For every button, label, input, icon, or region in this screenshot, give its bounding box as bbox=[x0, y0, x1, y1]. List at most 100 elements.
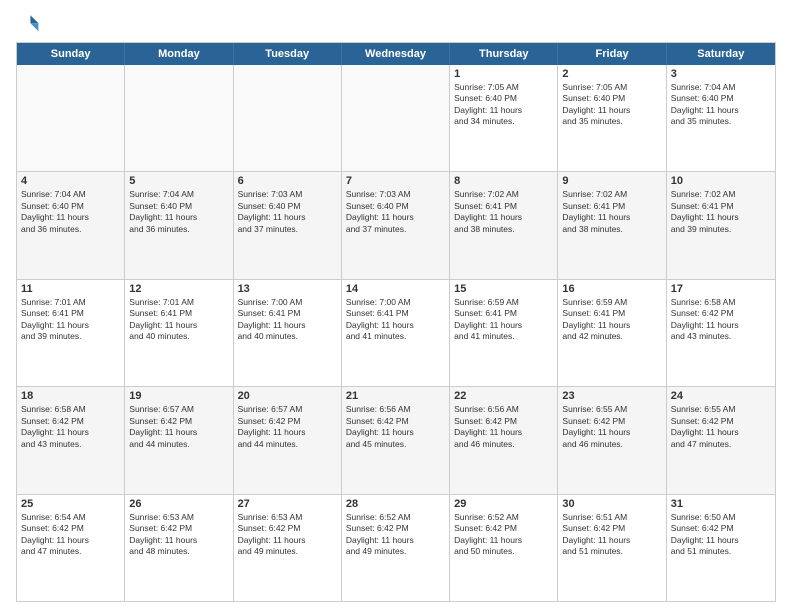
day-number: 9 bbox=[562, 175, 661, 187]
calendar: SundayMondayTuesdayWednesdayThursdayFrid… bbox=[16, 42, 776, 602]
header-cell-sunday: Sunday bbox=[17, 43, 125, 65]
day-cell-19: 19 Sunrise: 6:57 AM Sunset: 6:42 PM Dayli… bbox=[125, 387, 233, 493]
day-cell-26: 26Sunrise: 6:53 AM Sunset: 6:42 PM Dayli… bbox=[125, 495, 233, 601]
day-number: 24 bbox=[671, 390, 771, 402]
header-cell-thursday: Thursday bbox=[450, 43, 558, 65]
day-number: 8 bbox=[454, 175, 553, 187]
cell-content: Sunrise: 6:55 AM Sunset: 6:42 PM Dayligh… bbox=[671, 404, 771, 450]
calendar-row-1: 1 Sunrise: 7:05 AM Sunset: 6:40 PM Daylig… bbox=[17, 65, 775, 172]
header-cell-friday: Friday bbox=[558, 43, 666, 65]
day-number: 12 bbox=[129, 283, 228, 295]
header-cell-monday: Monday bbox=[125, 43, 233, 65]
day-cell-24: 24 Sunrise: 6:55 AM Sunset: 6:42 PM Dayli… bbox=[667, 387, 775, 493]
cell-content: Sunrise: 7:03 AM Sunset: 6:40 PM Dayligh… bbox=[238, 189, 337, 235]
day-number: 13 bbox=[238, 283, 337, 295]
cell-content: Sunrise: 7:00 AM Sunset: 6:41 PM Dayligh… bbox=[238, 297, 337, 343]
top-section bbox=[16, 12, 776, 36]
day-number: 26 bbox=[129, 498, 228, 510]
day-number: 30 bbox=[562, 498, 661, 510]
day-number: 27 bbox=[238, 498, 337, 510]
day-number: 23 bbox=[562, 390, 661, 402]
calendar-row-2: 4Sunrise: 7:04 AM Sunset: 6:40 PM Daylig… bbox=[17, 172, 775, 279]
cell-content: Sunrise: 6:54 AM Sunset: 6:42 PM Dayligh… bbox=[21, 512, 120, 558]
cell-content: Sunrise: 6:57 AM Sunset: 6:42 PM Dayligh… bbox=[129, 404, 228, 450]
calendar-row-4: 18 Sunrise: 6:58 AM Sunset: 6:42 PM Dayli… bbox=[17, 387, 775, 494]
day-cell-20: 20 Sunrise: 6:57 AM Sunset: 6:42 PM Dayli… bbox=[234, 387, 342, 493]
day-number: 1 bbox=[454, 68, 553, 80]
cell-content: Sunrise: 6:51 AM Sunset: 6:42 PM Dayligh… bbox=[562, 512, 661, 558]
day-number: 3 bbox=[671, 68, 771, 80]
day-number: 5 bbox=[129, 175, 228, 187]
cell-content: Sunrise: 7:04 AM Sunset: 6:40 PM Dayligh… bbox=[129, 189, 228, 235]
day-number: 28 bbox=[346, 498, 445, 510]
cell-content: Sunrise: 6:52 AM Sunset: 6:42 PM Dayligh… bbox=[346, 512, 445, 558]
cell-content: Sunrise: 7:01 AM Sunset: 6:41 PM Dayligh… bbox=[129, 297, 228, 343]
day-number: 7 bbox=[346, 175, 445, 187]
day-number: 20 bbox=[238, 390, 337, 402]
day-cell-25: 25 Sunrise: 6:54 AM Sunset: 6:42 PM Dayli… bbox=[17, 495, 125, 601]
day-cell-14: 14 Sunrise: 7:00 AM Sunset: 6:41 PM Dayli… bbox=[342, 280, 450, 386]
day-number: 19 bbox=[129, 390, 228, 402]
cell-content: Sunrise: 6:50 AM Sunset: 6:42 PM Dayligh… bbox=[671, 512, 771, 558]
day-cell-21: 21Sunrise: 6:56 AM Sunset: 6:42 PM Dayli… bbox=[342, 387, 450, 493]
day-number: 31 bbox=[671, 498, 771, 510]
day-cell-8: 8 Sunrise: 7:02 AM Sunset: 6:41 PM Daylig… bbox=[450, 172, 558, 278]
day-cell-27: 27Sunrise: 6:53 AM Sunset: 6:42 PM Dayli… bbox=[234, 495, 342, 601]
cell-content: Sunrise: 7:02 AM Sunset: 6:41 PM Dayligh… bbox=[454, 189, 553, 235]
cell-content: Sunrise: 6:55 AM Sunset: 6:42 PM Dayligh… bbox=[562, 404, 661, 450]
empty-cell bbox=[342, 65, 450, 171]
cell-content: Sunrise: 7:02 AM Sunset: 6:41 PM Dayligh… bbox=[671, 189, 771, 235]
day-cell-6: 6 Sunrise: 7:03 AM Sunset: 6:40 PM Daylig… bbox=[234, 172, 342, 278]
empty-cell bbox=[125, 65, 233, 171]
day-number: 14 bbox=[346, 283, 445, 295]
cell-content: Sunrise: 7:05 AM Sunset: 6:40 PM Dayligh… bbox=[562, 82, 661, 128]
calendar-body: 1 Sunrise: 7:05 AM Sunset: 6:40 PM Daylig… bbox=[17, 65, 775, 601]
cell-content: Sunrise: 7:04 AM Sunset: 6:40 PM Dayligh… bbox=[21, 189, 120, 235]
cell-content: Sunrise: 6:58 AM Sunset: 6:42 PM Dayligh… bbox=[671, 297, 771, 343]
header-cell-tuesday: Tuesday bbox=[234, 43, 342, 65]
cell-content: Sunrise: 7:02 AM Sunset: 6:41 PM Dayligh… bbox=[562, 189, 661, 235]
day-cell-15: 15Sunrise: 6:59 AM Sunset: 6:41 PM Dayli… bbox=[450, 280, 558, 386]
cell-content: Sunrise: 6:58 AM Sunset: 6:42 PM Dayligh… bbox=[21, 404, 120, 450]
day-cell-17: 17Sunrise: 6:58 AM Sunset: 6:42 PM Dayli… bbox=[667, 280, 775, 386]
page: SundayMondayTuesdayWednesdayThursdayFrid… bbox=[0, 0, 792, 612]
day-number: 2 bbox=[562, 68, 661, 80]
day-cell-11: 11 Sunrise: 7:01 AM Sunset: 6:41 PM Dayli… bbox=[17, 280, 125, 386]
calendar-header: SundayMondayTuesdayWednesdayThursdayFrid… bbox=[17, 43, 775, 65]
day-cell-22: 22 Sunrise: 6:56 AM Sunset: 6:42 PM Dayli… bbox=[450, 387, 558, 493]
day-number: 11 bbox=[21, 283, 120, 295]
cell-content: Sunrise: 6:56 AM Sunset: 6:42 PM Dayligh… bbox=[346, 404, 445, 450]
calendar-row-3: 11 Sunrise: 7:01 AM Sunset: 6:41 PM Dayli… bbox=[17, 280, 775, 387]
day-cell-29: 29 Sunrise: 6:52 AM Sunset: 6:42 PM Dayli… bbox=[450, 495, 558, 601]
day-cell-23: 23 Sunrise: 6:55 AM Sunset: 6:42 PM Dayli… bbox=[558, 387, 666, 493]
cell-content: Sunrise: 6:57 AM Sunset: 6:42 PM Dayligh… bbox=[238, 404, 337, 450]
day-number: 10 bbox=[671, 175, 771, 187]
day-cell-10: 10 Sunrise: 7:02 AM Sunset: 6:41 PM Dayli… bbox=[667, 172, 775, 278]
day-number: 22 bbox=[454, 390, 553, 402]
cell-content: Sunrise: 6:56 AM Sunset: 6:42 PM Dayligh… bbox=[454, 404, 553, 450]
empty-cell bbox=[17, 65, 125, 171]
cell-content: Sunrise: 6:52 AM Sunset: 6:42 PM Dayligh… bbox=[454, 512, 553, 558]
day-number: 15 bbox=[454, 283, 553, 295]
logo bbox=[16, 12, 44, 36]
day-number: 18 bbox=[21, 390, 120, 402]
day-number: 16 bbox=[562, 283, 661, 295]
header-cell-saturday: Saturday bbox=[667, 43, 775, 65]
cell-content: Sunrise: 7:04 AM Sunset: 6:40 PM Dayligh… bbox=[671, 82, 771, 128]
empty-cell bbox=[234, 65, 342, 171]
day-cell-28: 28 Sunrise: 6:52 AM Sunset: 6:42 PM Dayli… bbox=[342, 495, 450, 601]
cell-content: Sunrise: 7:01 AM Sunset: 6:41 PM Dayligh… bbox=[21, 297, 120, 343]
day-cell-7: 7Sunrise: 7:03 AM Sunset: 6:40 PM Daylig… bbox=[342, 172, 450, 278]
day-number: 6 bbox=[238, 175, 337, 187]
cell-content: Sunrise: 7:05 AM Sunset: 6:40 PM Dayligh… bbox=[454, 82, 553, 128]
cell-content: Sunrise: 7:00 AM Sunset: 6:41 PM Dayligh… bbox=[346, 297, 445, 343]
header-cell-wednesday: Wednesday bbox=[342, 43, 450, 65]
day-cell-30: 30 Sunrise: 6:51 AM Sunset: 6:42 PM Dayli… bbox=[558, 495, 666, 601]
day-number: 25 bbox=[21, 498, 120, 510]
day-cell-16: 16 Sunrise: 6:59 AM Sunset: 6:41 PM Dayli… bbox=[558, 280, 666, 386]
calendar-row-5: 25 Sunrise: 6:54 AM Sunset: 6:42 PM Dayli… bbox=[17, 495, 775, 601]
cell-content: Sunrise: 6:59 AM Sunset: 6:41 PM Dayligh… bbox=[562, 297, 661, 343]
day-cell-31: 31 Sunrise: 6:50 AM Sunset: 6:42 PM Dayli… bbox=[667, 495, 775, 601]
day-cell-9: 9 Sunrise: 7:02 AM Sunset: 6:41 PM Daylig… bbox=[558, 172, 666, 278]
day-number: 29 bbox=[454, 498, 553, 510]
